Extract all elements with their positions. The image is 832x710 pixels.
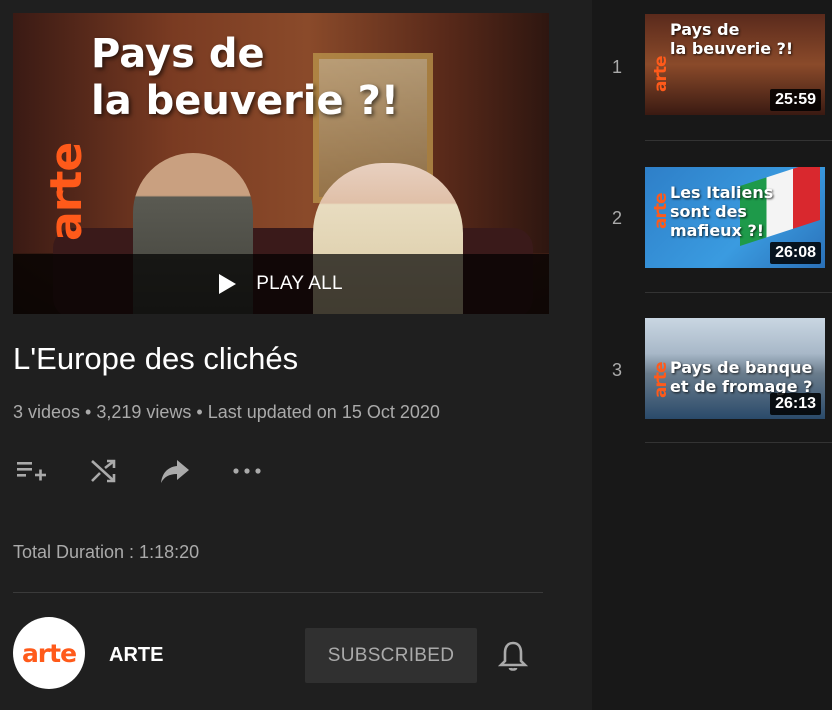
thumbnail-caption: Les Italiens sont des mafieux ?! bbox=[670, 183, 773, 240]
shuffle-icon bbox=[91, 459, 116, 483]
add-to-queue-button[interactable] bbox=[13, 455, 49, 487]
video-list-item[interactable]: 2 Les Italiens sont des mafieux ?! arte … bbox=[592, 150, 832, 300]
share-button[interactable] bbox=[157, 455, 193, 487]
play-all-label: PLAY ALL bbox=[256, 273, 343, 294]
video-list-item[interactable]: 1 Pays de la beuverie ?! arte 25:59 bbox=[592, 0, 832, 150]
divider bbox=[645, 292, 832, 293]
arte-logo: arte bbox=[41, 142, 92, 241]
video-thumbnail[interactable]: Les Italiens sont des mafieux ?! arte 26… bbox=[645, 167, 825, 268]
thumbnail-title-line1: Pays de bbox=[91, 31, 265, 77]
subscribed-button[interactable]: SUBSCRIBED bbox=[305, 628, 477, 683]
video-duration: 25:59 bbox=[770, 89, 821, 111]
video-index: 3 bbox=[612, 360, 623, 380]
shuffle-button[interactable] bbox=[85, 455, 121, 487]
video-thumbnail[interactable]: Pays de la beuverie ?! arte 25:59 bbox=[645, 14, 825, 115]
arte-logo: arte bbox=[651, 193, 671, 229]
playlist-thumbnail[interactable]: Pays de la beuverie ?! arte PLAY ALL bbox=[13, 13, 549, 314]
video-thumbnail[interactable]: Pays de banque et de fromage ? arte 26:1… bbox=[645, 318, 825, 419]
channel-avatar[interactable]: arte bbox=[13, 617, 85, 689]
thumbnail-caption-line3: mafieux ?! bbox=[670, 221, 765, 240]
notification-bell-button[interactable] bbox=[497, 640, 529, 672]
thumbnail-caption-line1: Pays de bbox=[670, 20, 740, 39]
arte-logo: arte bbox=[651, 362, 671, 398]
thumbnail-caption-line2: sont des bbox=[670, 202, 747, 221]
video-list: 1 Pays de la beuverie ?! arte 25:59 2 Le… bbox=[592, 0, 832, 710]
thumbnail-title: Pays de la beuverie ?! bbox=[91, 31, 399, 125]
video-duration: 26:13 bbox=[770, 393, 821, 415]
thumbnail-caption-line1: Les Italiens bbox=[670, 183, 774, 202]
playlist-stats: 3 videos • 3,219 views • Last updated on… bbox=[13, 402, 440, 422]
add-to-queue-icon bbox=[17, 462, 46, 481]
total-duration: Total Duration : 1:18:20 bbox=[13, 542, 200, 562]
play-icon bbox=[219, 274, 237, 294]
divider bbox=[645, 442, 832, 443]
arte-logo: arte bbox=[21, 638, 77, 668]
thumbnail-caption-line1: Pays de banque bbox=[670, 358, 813, 377]
playlist-title: L'Europe des clichés bbox=[13, 341, 299, 376]
bell-icon bbox=[497, 641, 529, 671]
channel-name[interactable]: ARTE bbox=[109, 644, 163, 667]
more-icon bbox=[233, 468, 261, 474]
video-index: 2 bbox=[612, 208, 623, 228]
more-options-button[interactable] bbox=[229, 455, 265, 487]
thumbnail-caption: Pays de la beuverie ?! bbox=[670, 20, 793, 58]
thumbnail-title-line2: la beuverie ?! bbox=[91, 78, 400, 124]
video-list-item[interactable]: 3 Pays de banque et de fromage ? arte 26… bbox=[592, 300, 832, 450]
divider bbox=[645, 140, 832, 141]
play-all-button[interactable]: PLAY ALL bbox=[13, 254, 549, 314]
thumbnail-caption-line2: la beuverie ?! bbox=[670, 39, 794, 58]
thumbnail-caption: Pays de banque et de fromage ? bbox=[670, 358, 812, 396]
divider bbox=[13, 592, 543, 593]
video-duration: 26:08 bbox=[770, 242, 821, 264]
share-icon bbox=[161, 460, 189, 483]
video-index: 1 bbox=[612, 57, 623, 77]
arte-logo: arte bbox=[651, 56, 671, 92]
playlist-panel: Pays de la beuverie ?! arte PLAY ALL L'E… bbox=[0, 0, 592, 710]
